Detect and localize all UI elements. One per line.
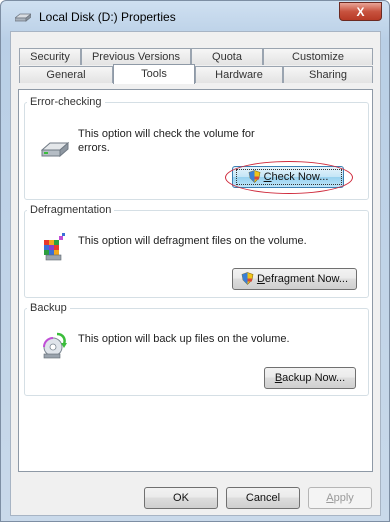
apply-label: pply xyxy=(333,492,354,504)
backup-description: This option will back up files on the vo… xyxy=(78,333,290,345)
drive-icon xyxy=(15,13,31,22)
error-checking-description: This option will check the volume for er… xyxy=(78,128,255,154)
apply-button[interactable]: Apply xyxy=(308,487,372,509)
shield-icon xyxy=(248,170,260,183)
window-title: Local Disk (D:) Properties xyxy=(39,10,176,24)
tools-panel: Error-checking This option will check th… xyxy=(18,89,373,472)
tab-general[interactable]: General xyxy=(19,66,113,83)
defragment-now-mnemonic: D xyxy=(256,273,265,285)
dialog-client-area: Security Previous Versions Quota Customi… xyxy=(10,31,381,516)
tab-sharing[interactable]: Sharing xyxy=(283,66,373,83)
defragmentation-title: Defragmentation xyxy=(30,204,112,216)
backup-now-label: ackup Now... xyxy=(282,372,346,384)
defragmentation-description: This option will defragment files on the… xyxy=(78,235,307,247)
backup-group: Backup This option will back up files on… xyxy=(24,302,369,396)
error-checking-group: Error-checking This option will check th… xyxy=(24,96,369,200)
check-now-mnemonic: C xyxy=(263,171,272,183)
properties-window: Local Disk (D:) Properties X Security Pr… xyxy=(0,0,390,522)
close-icon: X xyxy=(356,5,365,19)
error-checking-title: Error-checking xyxy=(30,96,102,108)
ok-label: OK xyxy=(173,492,189,504)
check-now-button[interactable]: Check Now... xyxy=(232,166,344,188)
close-button[interactable]: X xyxy=(339,2,382,21)
hard-drive-icon xyxy=(41,141,69,158)
apply-mnemonic: A xyxy=(326,492,334,504)
title-bar[interactable]: Local Disk (D:) Properties X xyxy=(1,1,389,31)
tab-tools[interactable]: Tools xyxy=(113,64,195,84)
tab-security[interactable]: Security xyxy=(19,48,81,65)
ok-button[interactable]: OK xyxy=(144,487,218,509)
check-now-label: heck Now... xyxy=(271,171,329,183)
tab-quota[interactable]: Quota xyxy=(191,48,263,65)
backup-title: Backup xyxy=(30,302,67,314)
tab-customize[interactable]: Customize xyxy=(263,48,373,65)
shield-icon xyxy=(241,272,254,285)
tab-hardware[interactable]: Hardware xyxy=(195,66,283,83)
defragment-icon xyxy=(44,233,65,261)
defragment-now-button[interactable]: Defragment Now... xyxy=(232,268,357,290)
tab-previous-versions[interactable]: Previous Versions xyxy=(81,48,191,65)
defragmentation-group: Defragmentation This option will defragm… xyxy=(24,204,369,298)
cancel-button[interactable]: Cancel xyxy=(226,487,300,509)
defragment-now-label: efragment Now... xyxy=(264,273,349,285)
backup-icon xyxy=(43,332,67,359)
cancel-label: Cancel xyxy=(245,492,281,504)
backup-now-button[interactable]: Backup Now... xyxy=(264,367,356,389)
